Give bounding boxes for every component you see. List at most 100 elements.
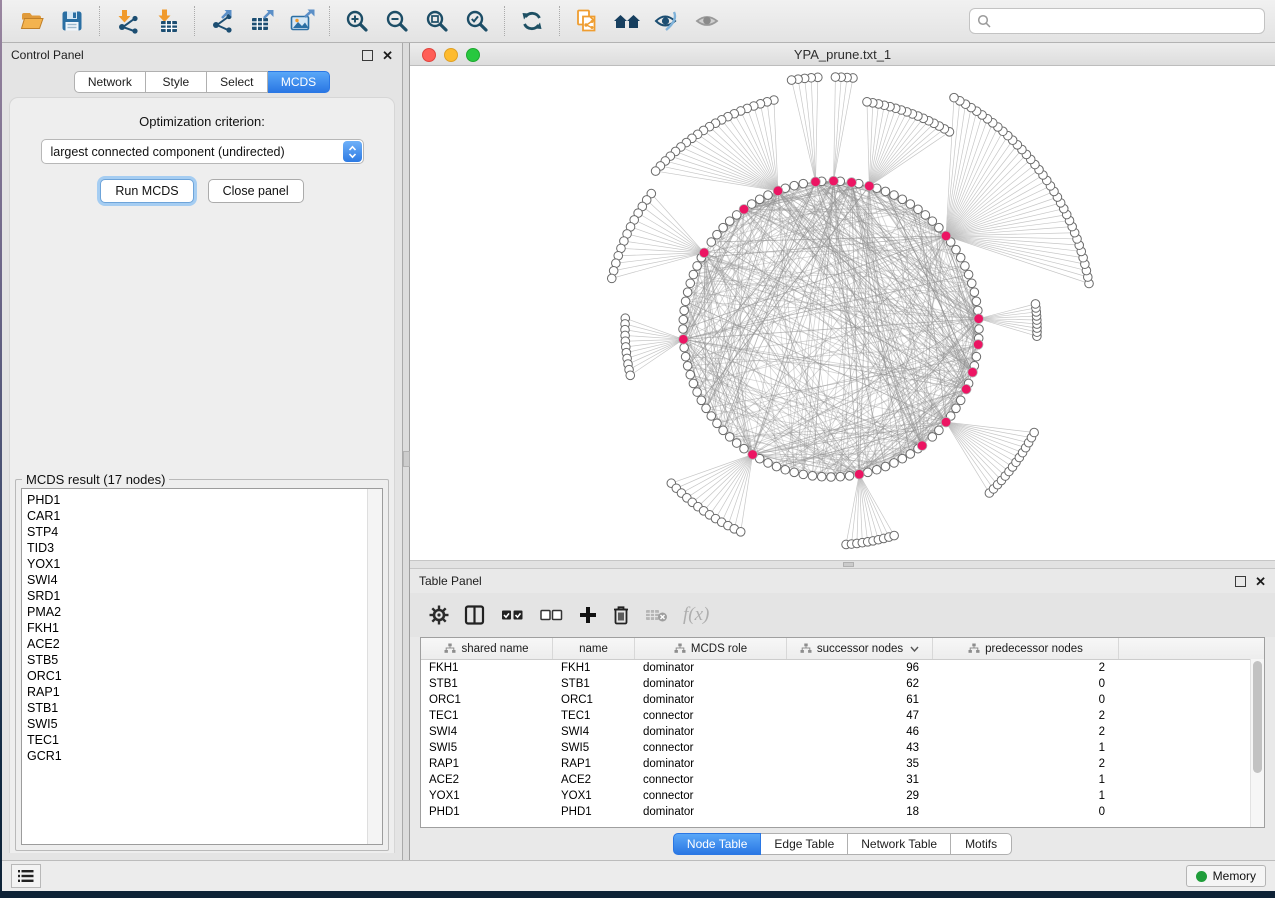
table-row[interactable]: FKH1FKH1dominator962 — [421, 660, 1264, 676]
splitter-handle[interactable] — [403, 451, 410, 467]
list-item[interactable]: PMA2 — [27, 604, 366, 620]
save-session-icon[interactable] — [52, 4, 92, 38]
cell-name[interactable]: SWI4 — [553, 726, 635, 738]
window-close-icon[interactable] — [422, 48, 436, 62]
window-minimize-icon[interactable] — [444, 48, 458, 62]
cell-shared-name[interactable]: YOX1 — [421, 790, 553, 802]
tab-edge-table[interactable]: Edge Table — [761, 833, 848, 855]
list-item[interactable]: STB1 — [27, 700, 366, 716]
network-view[interactable] — [410, 66, 1275, 560]
export-table-icon[interactable] — [242, 4, 282, 38]
list-item[interactable]: ACE2 — [27, 636, 366, 652]
cell-shared-name[interactable]: TEC1 — [421, 710, 553, 722]
cell-successor-nodes[interactable]: 61 — [787, 694, 933, 706]
cell-name[interactable]: ACE2 — [553, 774, 635, 786]
list-item[interactable]: STP4 — [27, 524, 366, 540]
cell-successor-nodes[interactable]: 35 — [787, 758, 933, 770]
cell-shared-name[interactable]: PHD1 — [421, 806, 553, 818]
list-item[interactable]: STB5 — [27, 652, 366, 668]
list-item[interactable]: PHD1 — [27, 492, 366, 508]
cell-mcds-role[interactable]: dominator — [635, 758, 787, 770]
cell-name[interactable]: STB1 — [553, 678, 635, 690]
refresh-view-icon[interactable] — [512, 4, 552, 38]
list-item[interactable]: FKH1 — [27, 620, 366, 636]
export-image-icon[interactable] — [282, 4, 322, 38]
zoom-selected-icon[interactable] — [457, 4, 497, 38]
window-zoom-icon[interactable] — [466, 48, 480, 62]
list-item[interactable]: CAR1 — [27, 508, 366, 524]
task-history-button[interactable] — [11, 864, 41, 888]
cell-name[interactable]: PHD1 — [553, 806, 635, 818]
mcds-result-list[interactable]: PHD1CAR1STP4TID3YOX1SWI4SRD1PMA2FKH1ACE2… — [21, 488, 383, 845]
cell-successor-nodes[interactable]: 62 — [787, 678, 933, 690]
cell-mcds-role[interactable]: dominator — [635, 806, 787, 818]
table-row[interactable]: STB1STB1dominator620 — [421, 676, 1264, 692]
tab-node-table[interactable]: Node Table — [673, 833, 762, 855]
delete-column-trash-icon[interactable] — [611, 600, 631, 630]
scrollbar-thumb[interactable] — [1253, 661, 1262, 773]
table-row[interactable]: ACE2ACE2connector311 — [421, 772, 1264, 788]
cell-predecessor-nodes[interactable]: 2 — [933, 662, 1119, 674]
tab-mcds[interactable]: MCDS — [268, 71, 330, 93]
cell-name[interactable]: YOX1 — [553, 790, 635, 802]
show-eye-icon[interactable] — [687, 4, 727, 38]
tab-motifs[interactable]: Motifs — [951, 833, 1012, 855]
cell-predecessor-nodes[interactable]: 1 — [933, 742, 1119, 754]
zoom-out-icon[interactable] — [377, 4, 417, 38]
column-header-successor-nodes[interactable]: successor nodes — [787, 638, 933, 659]
open-session-icon[interactable] — [12, 4, 52, 38]
cell-successor-nodes[interactable]: 46 — [787, 726, 933, 738]
tab-network[interactable]: Network — [74, 71, 146, 93]
table-row[interactable]: TEC1TEC1connector472 — [421, 708, 1264, 724]
table-settings-gear-icon[interactable] — [428, 600, 450, 630]
horizontal-splitter[interactable] — [410, 560, 1275, 569]
cell-shared-name[interactable]: SWI5 — [421, 742, 553, 754]
import-network-icon[interactable] — [107, 4, 147, 38]
cell-predecessor-nodes[interactable]: 1 — [933, 774, 1119, 786]
cell-shared-name[interactable]: ACE2 — [421, 774, 553, 786]
tab-select[interactable]: Select — [207, 71, 268, 93]
close-panel-button[interactable]: Close panel — [208, 179, 304, 203]
table-row[interactable]: SWI4SWI4dominator462 — [421, 724, 1264, 740]
cell-name[interactable]: TEC1 — [553, 710, 635, 722]
clone-network-icon[interactable] — [567, 4, 607, 38]
search-input[interactable] — [996, 13, 1257, 29]
close-panel-icon[interactable]: ✕ — [1255, 577, 1266, 586]
show-all-icon[interactable] — [607, 4, 647, 38]
column-header-mcds-role[interactable]: MCDS role — [635, 638, 787, 659]
hide-selected-icon[interactable] — [647, 4, 687, 38]
float-panel-icon[interactable] — [1235, 576, 1246, 587]
cell-mcds-role[interactable]: dominator — [635, 662, 787, 674]
optimization-select[interactable]: largest connected component (undirected) — [41, 139, 364, 164]
cell-successor-nodes[interactable]: 43 — [787, 742, 933, 754]
zoom-in-icon[interactable] — [337, 4, 377, 38]
list-item[interactable]: YOX1 — [27, 556, 366, 572]
cell-successor-nodes[interactable]: 47 — [787, 710, 933, 722]
cell-name[interactable]: ORC1 — [553, 694, 635, 706]
tab-style[interactable]: Style — [146, 71, 207, 93]
splitter-handle[interactable] — [843, 562, 854, 567]
list-scrollbar[interactable] — [367, 489, 382, 844]
float-panel-icon[interactable] — [362, 50, 373, 61]
table-row[interactable]: YOX1YOX1connector291 — [421, 788, 1264, 804]
cell-predecessor-nodes[interactable]: 1 — [933, 790, 1119, 802]
cell-shared-name[interactable]: FKH1 — [421, 662, 553, 674]
cell-name[interactable]: RAP1 — [553, 758, 635, 770]
close-panel-icon[interactable]: ✕ — [382, 51, 393, 60]
cell-mcds-role[interactable]: connector — [635, 742, 787, 754]
export-network-icon[interactable] — [202, 4, 242, 38]
table-row[interactable]: SWI5SWI5connector431 — [421, 740, 1264, 756]
cell-successor-nodes[interactable]: 29 — [787, 790, 933, 802]
cell-predecessor-nodes[interactable]: 0 — [933, 806, 1119, 818]
cell-mcds-role[interactable]: dominator — [635, 726, 787, 738]
cell-mcds-role[interactable]: connector — [635, 774, 787, 786]
list-item[interactable]: RAP1 — [27, 684, 366, 700]
column-header-shared-name[interactable]: shared name — [421, 638, 553, 659]
table-scrollbar[interactable] — [1250, 659, 1264, 827]
cell-shared-name[interactable]: STB1 — [421, 678, 553, 690]
cell-shared-name[interactable]: RAP1 — [421, 758, 553, 770]
cell-name[interactable]: FKH1 — [553, 662, 635, 674]
list-item[interactable]: GCR1 — [27, 748, 366, 764]
table-row[interactable]: ORC1ORC1dominator610 — [421, 692, 1264, 708]
list-item[interactable]: SRD1 — [27, 588, 366, 604]
